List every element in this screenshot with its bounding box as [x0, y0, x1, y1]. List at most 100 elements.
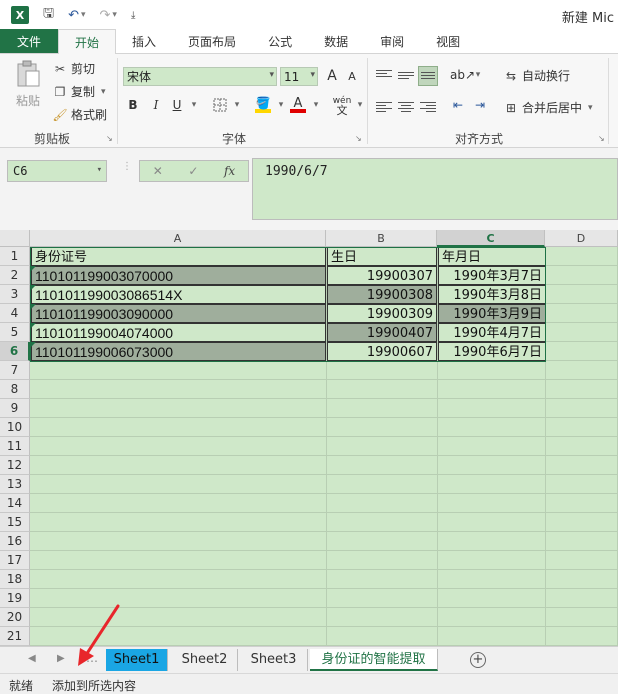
column-header-c[interactable]: C [437, 230, 545, 247]
tab-file[interactable]: 文件 [0, 29, 59, 53]
sheet-tab-id-extract[interactable]: 身份证的智能提取 [310, 649, 438, 671]
prev-sheet-icon[interactable]: ◀ [28, 653, 36, 664]
row-header-14[interactable]: 14 [0, 494, 30, 513]
formula-bar-grip-icon[interactable]: ⋮ [122, 162, 132, 172]
cell-a4[interactable]: 110101199003090000 [31, 304, 326, 323]
row-header-17[interactable]: 17 [0, 551, 30, 570]
font-size-combo[interactable]: 11 ▾ [280, 67, 318, 86]
border-button[interactable] [212, 98, 228, 115]
align-middle-icon[interactable] [398, 70, 414, 84]
select-all-corner[interactable] [0, 230, 30, 247]
save-icon[interactable]: 🖫 [43, 4, 54, 26]
row-header-8[interactable]: 8 [0, 380, 30, 399]
format-painter-button[interactable]: 🖌 格式刷 [52, 106, 107, 123]
increase-indent-button[interactable]: ⇥ [472, 98, 488, 112]
merge-center-button[interactable]: ⊞ 合并后居中 ▾ [503, 99, 593, 116]
undo-dropdown-icon[interactable]: ▾ [81, 10, 86, 20]
cut-button[interactable]: ✂ 剪切 [52, 60, 95, 77]
cell-b3[interactable]: 19900308 [327, 285, 437, 304]
cell-c1[interactable]: 年月日 [438, 247, 546, 266]
cell-a2[interactable]: 110101199003070000 [31, 266, 326, 285]
cell-b1[interactable]: 生日 [327, 247, 437, 266]
cell-c3[interactable]: 1990年3月8日 [438, 285, 546, 304]
row-header-19[interactable]: 19 [0, 589, 30, 608]
underline-button[interactable]: U [169, 98, 185, 112]
font-color-dropdown-icon[interactable]: ▾ [308, 100, 324, 110]
wrap-text-button[interactable]: ⇆ 自动换行 [503, 67, 570, 84]
tab-data[interactable]: 数据 [308, 29, 364, 53]
sheet-tab-sheet2[interactable]: Sheet2 [172, 649, 238, 671]
shrink-font-button[interactable]: A [344, 70, 360, 83]
clipboard-launcher-icon[interactable]: ↘ [106, 134, 113, 143]
cell-c4[interactable]: 1990年3月9日 [438, 304, 546, 323]
tab-view[interactable]: 视图 [420, 29, 476, 53]
row-header-6[interactable]: 6 [0, 342, 30, 361]
row-header-21[interactable]: 21 [0, 627, 30, 646]
italic-button[interactable]: I [148, 98, 164, 112]
error-indicator-icon[interactable] [31, 304, 36, 309]
insert-function-icon[interactable]: fx [224, 164, 235, 178]
cell-c5[interactable]: 1990年4月7日 [438, 323, 546, 342]
border-dropdown-icon[interactable]: ▾ [229, 100, 245, 110]
excel-logo-icon[interactable]: X [11, 6, 29, 24]
underline-dropdown-icon[interactable]: ▾ [186, 100, 202, 110]
grow-font-button[interactable]: A [324, 68, 340, 84]
spreadsheet-grid[interactable]: ABCD12345678910111213141516171819202122身… [0, 230, 618, 646]
column-header-a[interactable]: A [30, 230, 326, 247]
confirm-entry-icon[interactable]: ✓ [188, 164, 198, 178]
paste-button[interactable]: 粘贴 [10, 60, 46, 120]
font-color-button[interactable]: A [290, 96, 306, 113]
row-header-3[interactable]: 3 [0, 285, 30, 304]
tab-page-layout[interactable]: 页面布局 [172, 29, 252, 53]
fill-color-button[interactable]: 🪣 [255, 96, 271, 113]
error-indicator-icon[interactable] [31, 285, 36, 290]
copy-button[interactable]: ❐ 复制 ▾ [52, 83, 106, 100]
cell-b4[interactable]: 19900309 [327, 304, 437, 323]
formula-input[interactable]: 1990/6/7 [252, 158, 618, 220]
align-center-icon[interactable] [398, 100, 414, 114]
cell-c6[interactable]: 1990年6月7日 [438, 342, 546, 361]
row-header-7[interactable]: 7 [0, 361, 30, 380]
row-header-12[interactable]: 12 [0, 456, 30, 475]
column-header-b[interactable]: B [326, 230, 437, 247]
cell-c2[interactable]: 1990年3月7日 [438, 266, 546, 285]
next-sheet-icon[interactable]: ▶ [57, 653, 65, 664]
name-box[interactable]: C6 ▾ [7, 160, 107, 182]
redo-dropdown-icon[interactable]: ▾ [112, 10, 117, 20]
phonetic-dropdown-icon[interactable]: ▾ [352, 100, 368, 110]
cell-a3[interactable]: 110101199003086514X [31, 285, 326, 304]
tab-formulas[interactable]: 公式 [252, 29, 308, 53]
customize-toolbar-icon[interactable]: ⤓ [131, 10, 135, 21]
copy-dropdown-icon[interactable]: ▾ [101, 87, 106, 97]
sheet-tab-sheet3[interactable]: Sheet3 [240, 649, 308, 671]
row-header-20[interactable]: 20 [0, 608, 30, 627]
row-header-9[interactable]: 9 [0, 399, 30, 418]
decrease-indent-button[interactable]: ⇤ [450, 98, 466, 112]
row-header-18[interactable]: 18 [0, 570, 30, 589]
error-indicator-icon[interactable] [31, 266, 36, 271]
row-header-5[interactable]: 5 [0, 323, 30, 342]
cell-b2[interactable]: 19900307 [327, 266, 437, 285]
tab-review[interactable]: 审阅 [364, 29, 420, 53]
name-box-dropdown-icon[interactable]: ▾ [97, 165, 102, 175]
row-header-4[interactable]: 4 [0, 304, 30, 323]
row-header-11[interactable]: 11 [0, 437, 30, 456]
orientation-dropdown-icon[interactable]: ▾ [470, 70, 486, 80]
orientation-button[interactable]: ab↗ [450, 68, 475, 82]
align-right-icon[interactable] [420, 100, 437, 114]
cell-a1[interactable]: 身份证号 [31, 247, 326, 266]
row-header-16[interactable]: 16 [0, 532, 30, 551]
cell-a6[interactable]: 110101199006073000 [31, 342, 326, 361]
align-left-icon[interactable] [376, 100, 392, 114]
undo-icon[interactable]: ↶ [68, 8, 79, 23]
phonetic-button[interactable]: wén 文 [330, 96, 354, 117]
row-header-2[interactable]: 2 [0, 266, 30, 285]
fill-color-dropdown-icon[interactable]: ▾ [273, 100, 289, 110]
tab-insert[interactable]: 插入 [116, 29, 172, 53]
error-indicator-icon[interactable] [31, 323, 36, 328]
row-header-10[interactable]: 10 [0, 418, 30, 437]
align-bottom-icon[interactable] [418, 66, 438, 86]
row-header-15[interactable]: 15 [0, 513, 30, 532]
alignment-launcher-icon[interactable]: ↘ [598, 134, 605, 143]
redo-icon[interactable]: ↷ [100, 8, 111, 23]
